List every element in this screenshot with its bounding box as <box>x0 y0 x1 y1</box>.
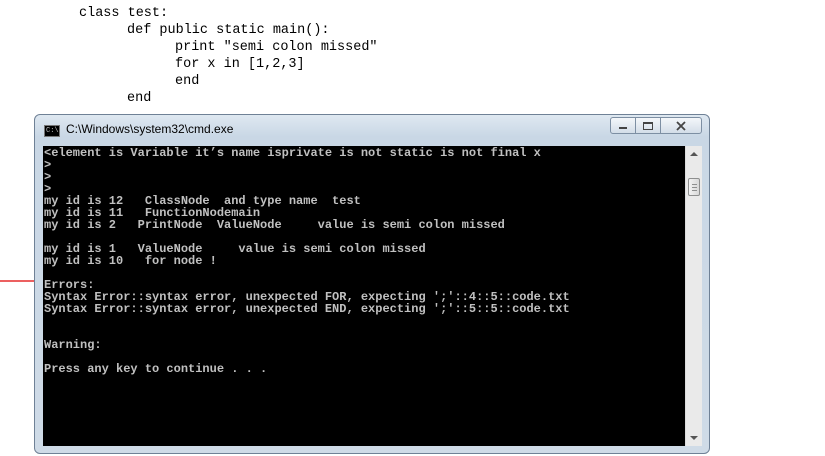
arrow-up-icon <box>690 152 698 156</box>
cmd-icon <box>44 125 60 137</box>
scroll-thumb[interactable] <box>688 178 700 196</box>
maximize-button[interactable] <box>635 117 661 134</box>
code-line: def public static main(): <box>127 23 330 38</box>
console-line: my id is 10 for node ! <box>44 254 217 268</box>
code-line: end <box>127 91 152 106</box>
console-line: Syntax Error::syntax error, unexpected E… <box>44 302 570 316</box>
console-output[interactable]: <element is Variable it’s name isprivate… <box>43 146 685 446</box>
close-button[interactable] <box>660 117 702 134</box>
scroll-down-button[interactable] <box>686 430 702 446</box>
console-line: <element is Variable it’s name isprivate… <box>44 146 541 160</box>
arrow-down-icon <box>690 436 698 440</box>
minimize-icon <box>619 126 627 129</box>
console-line: my id is 2 PrintNode ValueNode value is … <box>44 218 505 232</box>
maximize-icon <box>643 121 653 130</box>
cmd-window[interactable]: C:\Windows\system32\cmd.exe <element is … <box>34 114 710 454</box>
scroll-up-button[interactable] <box>686 146 702 162</box>
console-line: Warning: <box>44 338 102 352</box>
code-line: for x in [1,2,3] <box>175 57 305 72</box>
minimize-button[interactable] <box>610 117 636 134</box>
code-line: print "semi colon missed" <box>175 40 378 55</box>
console-line: Press any key to continue . . . <box>44 362 268 376</box>
code-line: class test: <box>79 6 169 21</box>
window-title: C:\Windows\system32\cmd.exe <box>66 122 234 136</box>
window-controls <box>610 117 702 135</box>
vertical-scrollbar[interactable] <box>685 146 702 446</box>
code-line: end <box>175 74 200 89</box>
close-icon <box>676 120 686 131</box>
title-bar[interactable]: C:\Windows\system32\cmd.exe <box>35 115 709 143</box>
